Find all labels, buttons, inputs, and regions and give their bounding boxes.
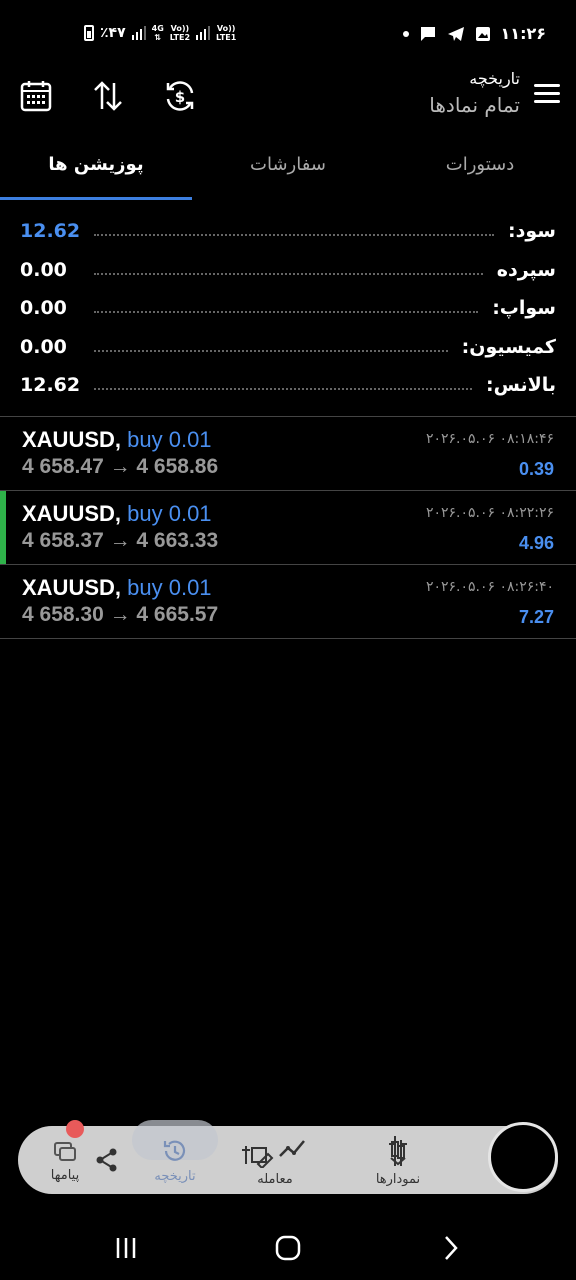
- home-icon[interactable]: [268, 1232, 308, 1264]
- battery-icon: [84, 25, 94, 41]
- page-subtitle[interactable]: تمام نمادها: [429, 90, 520, 120]
- trade-time: ۲۰۲۶.۰۵.۰۶ ۰۸:۲۲:۲۶: [425, 505, 554, 521]
- gallery-icon: [475, 26, 490, 41]
- summary-panel: سود: 12.62 سپرده 0.00 سواپ: 0.00 کمیسیون…: [0, 212, 576, 405]
- nav-label: معامله: [257, 1171, 293, 1187]
- dotted-leader: [94, 303, 479, 314]
- nav-messages[interactable]: پیامها: [40, 1120, 90, 1194]
- trade-profit: 7.27: [518, 607, 554, 627]
- nav-label: پیامها: [50, 1167, 80, 1183]
- summary-row-swap: سواپ: 0.00: [0, 289, 576, 328]
- back-icon[interactable]: [430, 1232, 470, 1264]
- charts-icon: [389, 1135, 407, 1166]
- nav-label: تاریخچه: [154, 1168, 196, 1184]
- clock: ۱۱:۲۶: [500, 24, 546, 43]
- divider: [0, 638, 576, 639]
- summary-row-commission: کمیسیون: 0.00: [0, 328, 576, 367]
- chat-icon: [420, 26, 435, 41]
- summary-value: 12.62: [20, 374, 81, 397]
- volte-indicator-2: Vo)) LTE1: [216, 24, 237, 42]
- nav-trade[interactable]: معامله: [230, 1126, 320, 1194]
- network-indicator-1: 4G ⇅: [151, 24, 164, 42]
- currency-refresh-icon[interactable]: $: [160, 76, 200, 116]
- calendar-icon[interactable]: [16, 76, 56, 116]
- summary-label: بالانس:: [485, 374, 556, 397]
- summary-label: سود:: [508, 220, 556, 243]
- trade-profit: 4.96: [518, 533, 554, 553]
- trade-symbol: XAUUSD, buy 0.01: [22, 575, 212, 600]
- summary-label: کمیسیون:: [461, 335, 556, 358]
- nav-history[interactable]: تاریخچه: [140, 1126, 210, 1194]
- history-icon: [163, 1140, 186, 1161]
- sort-icon[interactable]: [88, 76, 128, 116]
- floating-bubble[interactable]: [488, 1122, 558, 1192]
- trade-profit: 0.39: [518, 459, 554, 479]
- tab-positions[interactable]: پوزیشن ها: [0, 138, 192, 200]
- bottom-nav: پیامها تاریخچه معامله نمودارها: [18, 1120, 558, 1194]
- notification-dot-icon: [402, 30, 409, 37]
- telegram-icon: [447, 26, 464, 41]
- tab-bar: پوزیشن ها سفارشات دستورات: [0, 138, 576, 200]
- trade-row[interactable]: XAUUSD, buy 0.01 4 658.37 → 4 663.33 ۲۰۲…: [0, 491, 576, 564]
- nav-charts[interactable]: نمودارها: [368, 1126, 428, 1194]
- volte-indicator-1: Vo)) LTE2: [169, 24, 191, 42]
- share-button[interactable]: [92, 1126, 122, 1194]
- summary-value: 0.00: [20, 258, 67, 281]
- summary-value: 0.00: [20, 335, 67, 358]
- summary-row-profit: سود: 12.62: [0, 212, 576, 251]
- signal-icon: [131, 26, 146, 40]
- dotted-leader: [94, 226, 495, 237]
- signal-icon-2: [196, 26, 211, 40]
- trade-prices: 4 658.37 → 4 663.33: [22, 529, 219, 552]
- dotted-leader: [94, 342, 448, 352]
- tab-deals[interactable]: دستورات: [384, 138, 576, 200]
- dotted-leader: [94, 380, 472, 391]
- nav-label: نمودارها: [375, 1171, 421, 1187]
- summary-row-deposit: سپرده 0.00: [0, 251, 576, 290]
- battery-text: ٪۴۷: [100, 25, 126, 41]
- toolbar: $ تاریخچه تمام نمادها: [0, 68, 576, 128]
- notification-badge: [66, 1120, 84, 1138]
- trade-symbol: XAUUSD, buy 0.01: [22, 501, 212, 526]
- summary-label: سپرده: [496, 258, 556, 281]
- summary-row-balance: بالانس: 12.62: [0, 366, 576, 405]
- trade-row[interactable]: XAUUSD, buy 0.01 4 658.30 → 4 665.57 ۲۰۲…: [0, 565, 576, 638]
- messages-icon: [54, 1141, 76, 1161]
- svg-text:$: $: [175, 88, 185, 106]
- recent-apps-icon[interactable]: [106, 1232, 146, 1264]
- dotted-leader: [94, 265, 483, 275]
- share-icon: [96, 1148, 117, 1172]
- page-title: تاریخچه: [469, 69, 520, 88]
- trade-time: ۲۰۲۶.۰۵.۰۶ ۰۸:۲۶:۴۰: [425, 579, 554, 595]
- trade-prices: 4 658.47 → 4 658.86: [22, 455, 219, 478]
- status-right: ۱۱:۲۶: [402, 24, 546, 43]
- status-left: ٪۴۷ 4G ⇅ Vo)) LTE2 Vo)) LTE1: [84, 24, 236, 42]
- trade-time: ۲۰۲۶.۰۵.۰۶ ۰۸:۱۸:۴۶: [425, 431, 554, 447]
- summary-value: 12.62: [20, 220, 81, 243]
- status-bar: ٪۴۷ 4G ⇅ Vo)) LTE2 Vo)) LTE1 ۱۱:۲۶: [0, 0, 576, 68]
- page-title-block: تاریخچه تمام نمادها: [429, 68, 520, 120]
- summary-label: سواپ:: [492, 297, 556, 320]
- trade-symbol: XAUUSD, buy 0.01: [22, 427, 212, 452]
- system-nav-bar: [0, 1216, 576, 1280]
- summary-value: 0.00: [20, 297, 67, 320]
- hamburger-menu-icon[interactable]: [534, 84, 560, 104]
- trade-row[interactable]: XAUUSD, buy 0.01 4 658.47 → 4 658.86 ۲۰۲…: [0, 417, 576, 490]
- trade-icon: [242, 1139, 305, 1168]
- tab-orders[interactable]: سفارشات: [192, 138, 384, 200]
- trade-prices: 4 658.30 → 4 665.57: [22, 603, 219, 626]
